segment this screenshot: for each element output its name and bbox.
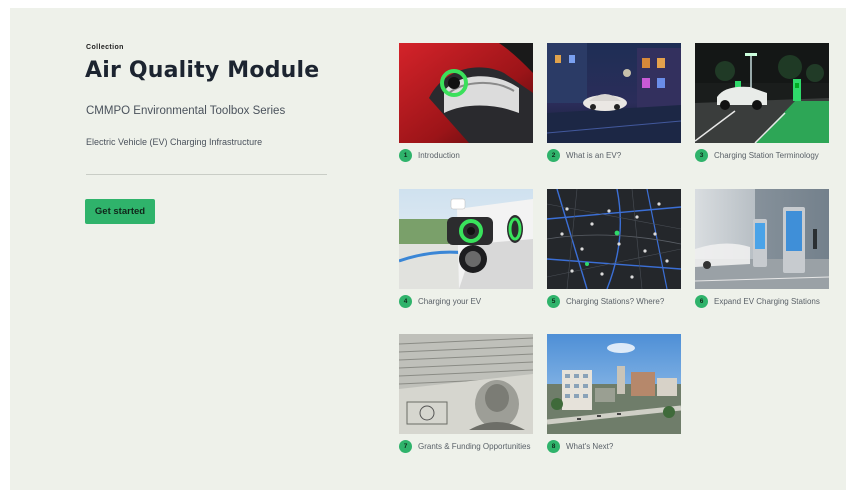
card-title: Introduction: [418, 150, 460, 160]
divider: [86, 174, 327, 175]
ev-charger-plug-red-image: [399, 43, 533, 143]
ev-charging-port-image: [399, 189, 533, 289]
card-title: Charging your EV: [418, 296, 482, 306]
lesson-card-4[interactable]: 4 Charging your EV: [399, 189, 533, 308]
charging-stations-map-image: [547, 189, 681, 289]
step-number: 8: [547, 439, 560, 453]
lesson-card-2[interactable]: 2 What is an EV?: [547, 43, 681, 162]
page-subtitle: CMMPO Environmental Toolbox Series: [86, 105, 286, 117]
step-number: 7: [399, 439, 412, 453]
card-title: Charging Stations? Where?: [566, 296, 665, 306]
get-started-button[interactable]: Get started: [85, 199, 155, 224]
step-number: 3: [695, 148, 708, 162]
dollar-bills-image: [399, 334, 533, 434]
page-title: Air Quality Module: [85, 58, 320, 83]
collection-page: Collection Air Quality Module CMMPO Envi…: [10, 8, 846, 490]
step-number: 5: [547, 294, 560, 308]
card-title: What is an EV?: [566, 150, 622, 160]
page-description: Electric Vehicle (EV) Charging Infrastru…: [86, 137, 263, 147]
ev-charging-lot-night-image: [695, 43, 829, 143]
step-number: 6: [695, 294, 708, 308]
lesson-card-3[interactable]: 3 Charging Station Terminology: [695, 43, 829, 162]
card-title: Grants & Funding Opportunities: [418, 441, 531, 451]
ev-night-street-image: [547, 43, 681, 143]
lesson-card-1[interactable]: 1 Introduction: [399, 43, 533, 162]
lesson-card-7[interactable]: 7 Grants & Funding Opportunities: [399, 334, 533, 453]
card-title: What's Next?: [566, 441, 614, 451]
ev-charging-kiosk-image: [695, 189, 829, 289]
city-aerial-image: [547, 334, 681, 434]
card-title: Charging Station Terminology: [714, 150, 819, 160]
card-title: Expand EV Charging Stations: [714, 296, 820, 306]
lesson-card-5[interactable]: 5 Charging Stations? Where?: [547, 189, 681, 308]
step-number: 1: [399, 148, 412, 162]
step-number: 2: [547, 148, 560, 162]
lesson-card-8[interactable]: 8 What's Next?: [547, 334, 681, 453]
step-number: 4: [399, 294, 412, 308]
lesson-card-6[interactable]: 6 Expand EV Charging Stations: [695, 189, 829, 308]
collection-label: Collection: [86, 44, 124, 51]
